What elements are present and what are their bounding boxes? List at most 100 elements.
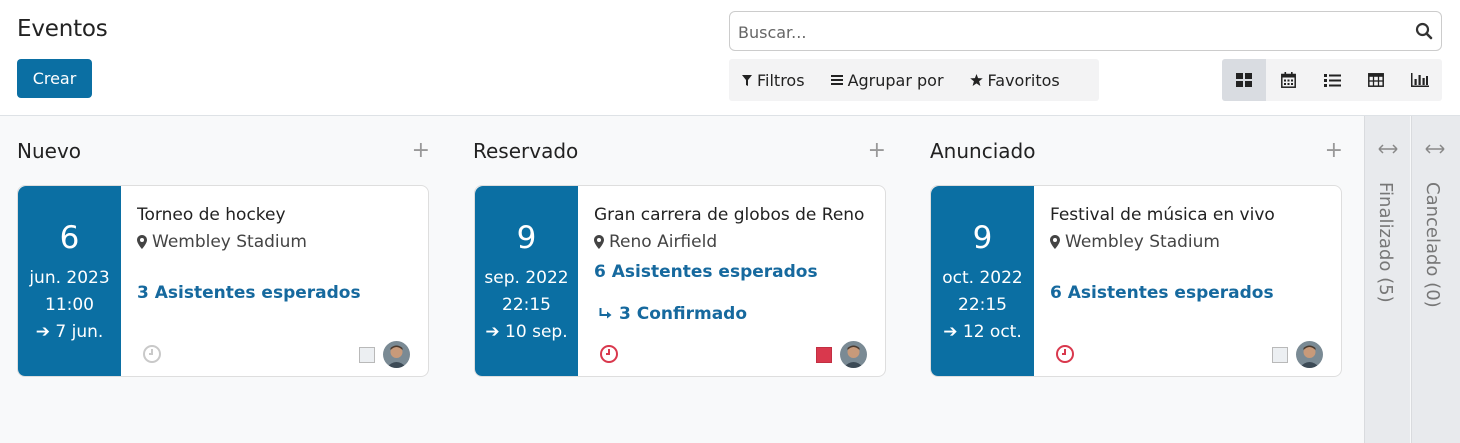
bar-chart-icon [1411,73,1429,87]
date-month-year: oct. 2022 [942,268,1023,288]
event-location: Wembley Stadium [1050,232,1220,252]
kanban-state-checkbox[interactable] [816,347,832,363]
date-day: 9 [516,220,537,256]
search-box[interactable] [729,11,1442,51]
map-marker-icon [137,235,147,249]
expected-attendees-link[interactable]: 6 Asistentes esperados [594,262,818,282]
column-title: Nuevo [17,139,82,163]
group-by-button[interactable]: Agrupar por [818,59,957,101]
date-box: 9 sep. 2022 22:15 ➔ 10 sep. [475,186,578,376]
activity-clock-icon[interactable] [599,344,619,364]
table-icon [1368,73,1384,87]
filters-label: Filtros [757,70,805,90]
event-location: Wembley Stadium [137,232,307,252]
date-end: ➔ 12 oct. [931,322,1034,342]
date-box: 6 jun. 2023 11:00 ➔ 7 jun. [18,186,121,376]
column-title: Reservado [473,139,579,163]
confirmed-attendees-link[interactable]: 3 Confirmado [599,304,747,324]
view-switcher [1222,59,1442,101]
event-card[interactable]: 9 oct. 2022 22:15 ➔ 12 oct. Festival de … [930,185,1342,377]
bars-icon [830,75,843,85]
favorites-button[interactable]: Favoritos [957,59,1073,101]
user-avatar[interactable] [840,341,867,368]
expected-attendees-link[interactable]: 3 Asistentes esperados [137,283,361,303]
user-avatar[interactable] [1296,341,1323,368]
expand-arrows-icon [1378,144,1398,154]
kanban-icon [1236,73,1252,87]
date-month-year: jun. 2023 [29,268,110,288]
event-name: Gran carrera de globos de Reno [594,205,865,225]
create-button[interactable]: Crear [17,59,92,98]
user-avatar-image [383,341,410,368]
kanban-view-button[interactable] [1222,59,1266,101]
user-avatar-image [1296,341,1323,368]
favorites-label: Favoritos [987,70,1060,90]
event-location-label: Wembley Stadium [152,232,307,252]
folded-column-cancelado[interactable]: Cancelado (0) [1411,116,1460,443]
folded-column-finalizado[interactable]: Finalizado (5) [1364,116,1410,443]
activity-clock-icon[interactable] [142,344,162,364]
list-icon [1323,73,1341,87]
date-time: 22:15 [502,295,551,315]
event-location: Reno Airfield [594,232,717,252]
card-body: Gran carrera de globos de Reno Reno Airf… [594,186,873,376]
star-icon [969,74,983,86]
date-day: 6 [59,220,80,256]
group-by-label: Agrupar por [847,70,944,90]
folded-column-label: Finalizado (5) [1375,182,1396,303]
date-time: 11:00 [45,295,94,315]
filters-button[interactable]: Filtros [729,59,818,101]
kanban-state-checkbox[interactable] [1272,347,1288,363]
level-down-icon [599,308,612,319]
map-marker-icon [1050,235,1060,249]
quick-create-icon[interactable]: + [1325,140,1343,162]
event-card[interactable]: 6 jun. 2023 11:00 ➔ 7 jun. Torneo de hoc… [17,185,429,377]
date-day: 9 [972,220,993,256]
event-location-label: Reno Airfield [609,232,718,252]
arrow-right-icon: ➔ [35,322,50,342]
folded-column-label: Cancelado (0) [1422,182,1443,308]
date-month-year: sep. 2022 [484,268,569,288]
date-end: ➔ 10 sep. [475,322,578,342]
user-avatar[interactable] [383,341,410,368]
activity-clock-icon[interactable] [1055,344,1075,364]
date-end-label: 7 jun. [55,322,104,342]
user-avatar-image [840,341,867,368]
card-body: Festival de música en vivo Wembley Stadi… [1050,186,1329,376]
date-box: 9 oct. 2022 22:15 ➔ 12 oct. [931,186,1034,376]
graph-view-button[interactable] [1398,59,1442,101]
column-header-anunciado: Anunciado + [930,136,1343,166]
control-panel: Eventos Crear Filtros Agrupar por Favori… [0,0,1460,116]
search-input[interactable] [738,20,1398,44]
date-end-label: 10 sep. [505,322,568,342]
map-marker-icon [594,235,604,249]
page-title: Eventos [17,16,108,42]
date-end-label: 12 oct. [962,322,1022,342]
search-panel: Filtros Agrupar por Favoritos [729,59,1099,101]
calendar-icon [1280,72,1296,88]
pivot-view-button[interactable] [1354,59,1398,101]
filter-icon [742,74,752,86]
kanban-board: Nuevo + 6 jun. 2023 11:00 ➔ 7 jun. Torne… [0,116,1460,443]
confirmed-label: 3 Confirmado [619,304,748,324]
event-name: Torneo de hockey [137,205,286,225]
event-location-label: Wembley Stadium [1065,232,1220,252]
arrow-right-icon: ➔ [943,322,958,342]
column-header-nuevo: Nuevo + [17,136,430,166]
expand-arrows-icon [1425,144,1445,154]
quick-create-icon[interactable]: + [412,140,430,162]
column-header-reservado: Reservado + [473,136,886,166]
date-time: 22:15 [958,295,1007,315]
column-title: Anunciado [930,139,1036,163]
event-card[interactable]: 9 sep. 2022 22:15 ➔ 10 sep. Gran carrera… [474,185,886,377]
event-name: Festival de música en vivo [1050,205,1275,225]
card-body: Torneo de hockey Wembley Stadium 3 Asist… [137,186,416,376]
kanban-state-checkbox[interactable] [359,347,375,363]
search-icon[interactable] [1415,22,1433,40]
calendar-view-button[interactable] [1266,59,1310,101]
arrow-right-icon: ➔ [485,322,500,342]
date-end: ➔ 7 jun. [18,322,121,342]
expected-attendees-link[interactable]: 6 Asistentes esperados [1050,283,1274,303]
quick-create-icon[interactable]: + [868,140,886,162]
list-view-button[interactable] [1310,59,1354,101]
